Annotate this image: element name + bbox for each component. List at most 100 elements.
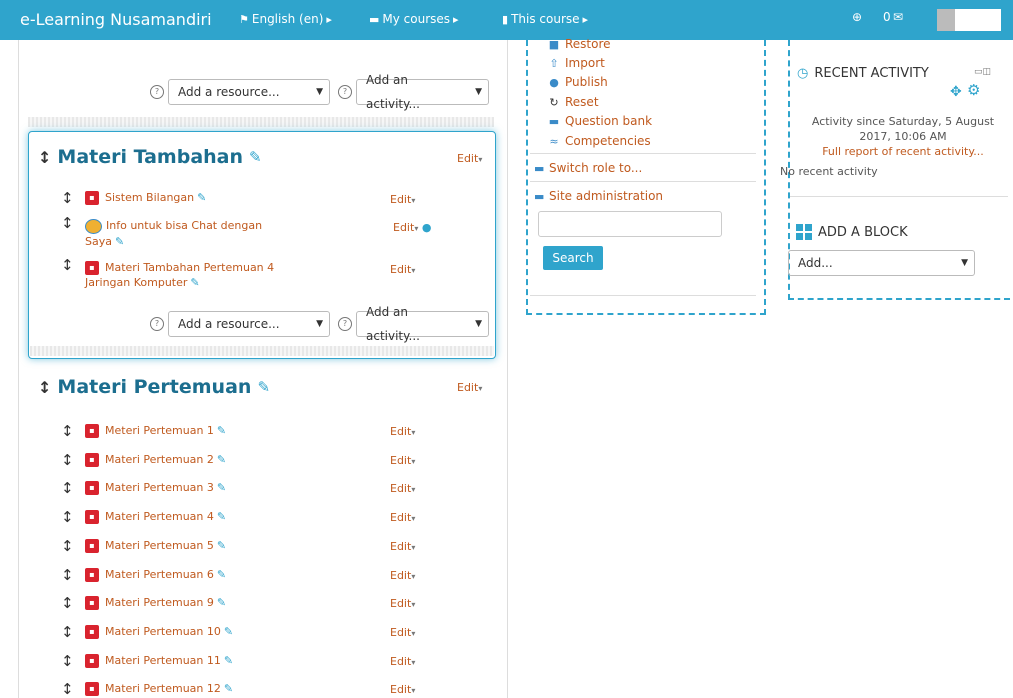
admin-restore[interactable]: ■ Restore: [548, 37, 611, 51]
activity-edit-menu[interactable]: Edit▾: [390, 511, 415, 524]
edit-pencil-icon[interactable]: ✎: [217, 596, 226, 609]
this-course-menu[interactable]: ▮ This course ▸: [502, 12, 588, 26]
activity-item[interactable]: ↕ ▪ Materi Pertemuan 4 ✎: [61, 508, 226, 526]
activity-link[interactable]: Meteri Pertemuan 1: [105, 424, 214, 437]
admin-question-bank[interactable]: ▬ Question bank: [548, 114, 652, 128]
move-block-icon[interactable]: ✥: [950, 84, 962, 100]
activity-link[interactable]: Materi Pertemuan 11: [105, 654, 221, 667]
language-menu[interactable]: ⚑ English (en) ▸: [239, 12, 332, 26]
activity-edit-menu[interactable]: Edit▾: [390, 425, 415, 438]
edit-pencil-icon[interactable]: ✎: [257, 378, 270, 396]
admin-import[interactable]: ⇧ Import: [548, 56, 604, 70]
activity-item[interactable]: ↕ ▪ Meteri Pertemuan 1 ✎: [61, 422, 226, 440]
edit-pencil-icon[interactable]: ✎: [190, 276, 199, 289]
move-icon[interactable]: ↕: [61, 189, 74, 207]
move-icon[interactable]: ↕: [61, 451, 74, 469]
activity-link[interactable]: Sistem Bilangan: [105, 191, 194, 204]
move-icon[interactable]: ↕: [61, 258, 74, 273]
search-button[interactable]: Search: [543, 246, 603, 270]
activity-edit-menu[interactable]: Edit▾: [390, 540, 415, 553]
full-report-link[interactable]: Full report of recent activity...: [822, 145, 984, 158]
activity-edit-menu[interactable]: Edit▾: [390, 655, 415, 668]
edit-pencil-icon[interactable]: ✎: [197, 191, 206, 204]
edit-pencil-icon[interactable]: ✎: [217, 539, 226, 552]
activity-item[interactable]: ↕ ▪ Materi Pertemuan 10 ✎: [61, 623, 233, 641]
edit-pencil-icon[interactable]: ✎: [224, 682, 233, 695]
activity-item[interactable]: ↕ ▪ Materi Pertemuan 2 ✎: [61, 451, 226, 469]
admin-reset[interactable]: ↻ Reset: [548, 95, 598, 109]
add-activity-select[interactable]: Add an activity... ▼: [356, 305, 489, 343]
plus-circle-icon[interactable]: ⊕: [852, 10, 862, 24]
user-icon[interactable]: ●: [422, 221, 432, 234]
add-resource-select[interactable]: Add a resource... ▼: [168, 311, 330, 337]
activity-item[interactable]: ↕ ▪ Materi Pertemuan 5 ✎: [61, 537, 226, 555]
activity-edit-menu[interactable]: Edit▾: [390, 193, 415, 206]
activity-link[interactable]: Materi Pertemuan 6: [105, 568, 214, 581]
help-icon[interactable]: ?: [150, 317, 164, 331]
activity-edit-menu[interactable]: Edit▾: [390, 683, 415, 696]
section-edit-menu[interactable]: Edit▾: [457, 381, 482, 394]
activity-link-cont[interactable]: Jaringan Komputer: [85, 276, 187, 289]
add-block-select[interactable]: Add... ▼: [788, 250, 975, 276]
activity-edit-menu[interactable]: Edit▾: [390, 569, 415, 582]
activity-link[interactable]: Materi Pertemuan 3: [105, 481, 214, 494]
activity-link[interactable]: Materi Tambahan Pertemuan 4: [105, 261, 274, 274]
move-icon[interactable]: ↕: [61, 422, 74, 440]
move-icon[interactable]: ↕: [61, 537, 74, 555]
activity-link-cont[interactable]: Saya: [85, 235, 112, 248]
section-edit-menu[interactable]: Edit▾: [457, 152, 482, 165]
move-icon[interactable]: ↕: [61, 216, 74, 231]
move-icon[interactable]: ↕: [61, 623, 74, 641]
edit-pencil-icon[interactable]: ✎: [224, 654, 233, 667]
site-brand[interactable]: e-Learning Nusamandiri: [20, 10, 212, 29]
avatar[interactable]: [937, 9, 955, 31]
activity-item[interactable]: ↕ ▪ Materi Pertemuan 3 ✎: [61, 479, 226, 497]
edit-pencil-icon[interactable]: ✎: [217, 481, 226, 494]
move-icon[interactable]: ↕: [38, 148, 51, 167]
activity-item[interactable]: ↕ ▪ Materi Tambahan Pertemuan 4 Jaringan …: [61, 258, 305, 290]
edit-pencil-icon[interactable]: ✎: [217, 510, 226, 523]
activity-edit-menu[interactable]: Edit▾: [390, 263, 415, 276]
activity-item[interactable]: ↕ ▪ Materi Pertemuan 11 ✎: [61, 652, 233, 670]
admin-search-input[interactable]: [538, 211, 722, 237]
edit-pencil-icon[interactable]: ✎: [217, 424, 226, 437]
edit-pencil-icon[interactable]: ✎: [224, 625, 233, 638]
edit-pencil-icon[interactable]: ✎: [217, 568, 226, 581]
activity-item[interactable]: ↕ ▪ Materi Pertemuan 12 ✎: [61, 680, 233, 698]
admin-publish[interactable]: ● Publish: [548, 75, 608, 89]
activity-link[interactable]: Materi Pertemuan 9: [105, 596, 214, 609]
move-icon[interactable]: ↕: [61, 479, 74, 497]
messages-count[interactable]: 0: [883, 10, 891, 24]
move-icon[interactable]: ↕: [61, 680, 74, 698]
switch-role-link[interactable]: ▬ Switch role to...: [534, 161, 642, 175]
help-icon[interactable]: ?: [338, 317, 352, 331]
add-activity-select[interactable]: Add an activity... ▼: [356, 73, 489, 111]
edit-pencil-icon[interactable]: ✎: [217, 453, 226, 466]
move-icon[interactable]: ↕: [61, 594, 74, 612]
gear-icon[interactable]: ⚙: [967, 81, 980, 99]
envelope-icon[interactable]: ✉: [893, 10, 903, 24]
site-administration-link[interactable]: ▬ Site administration: [534, 189, 663, 203]
activity-link[interactable]: Materi Pertemuan 10: [105, 625, 221, 638]
activity-item[interactable]: ↕ ▪ Materi Pertemuan 9 ✎: [61, 594, 226, 612]
admin-competencies[interactable]: ≈ Competencies: [548, 134, 650, 148]
collapse-block-icon[interactable]: ▭◫: [974, 67, 991, 77]
activity-edit-menu[interactable]: Edit▾: [390, 597, 415, 610]
move-icon[interactable]: ↕: [61, 566, 74, 584]
activity-link[interactable]: Materi Pertemuan 2: [105, 453, 214, 466]
activity-edit-menu[interactable]: Edit▾: [390, 482, 415, 495]
add-resource-select[interactable]: Add a resource... ▼: [168, 79, 330, 105]
activity-edit-menu[interactable]: Edit▾ ●: [393, 221, 431, 234]
activity-edit-menu[interactable]: Edit▾: [390, 454, 415, 467]
activity-link[interactable]: Info untuk bisa Chat dengan: [106, 219, 262, 232]
move-icon[interactable]: ↕: [61, 508, 74, 526]
edit-pencil-icon[interactable]: ✎: [115, 235, 124, 248]
activity-edit-menu[interactable]: Edit▾: [390, 626, 415, 639]
activity-item[interactable]: ↕ ▪ Sistem Bilangan ✎: [61, 189, 206, 207]
activity-item[interactable]: ↕ Info untuk bisa Chat dengan Saya ✎: [61, 216, 305, 249]
activity-link[interactable]: Materi Pertemuan 5: [105, 539, 214, 552]
activity-link[interactable]: Materi Pertemuan 4: [105, 510, 214, 523]
move-icon[interactable]: ↕: [61, 652, 74, 670]
help-icon[interactable]: ?: [150, 85, 164, 99]
edit-pencil-icon[interactable]: ✎: [249, 148, 262, 166]
